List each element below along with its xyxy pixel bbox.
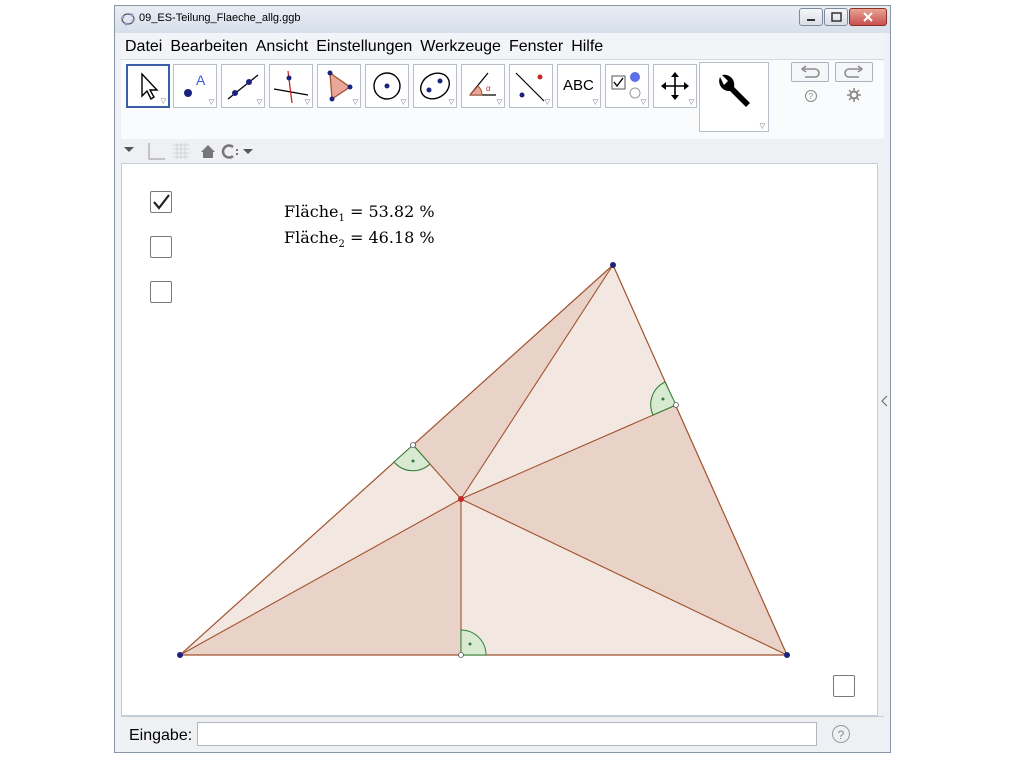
menu-einstellungen[interactable]: Einstellungen — [312, 33, 416, 56]
app-window: 09_ES-Teilung_Flaeche_allg.ggb Datei Bear… — [114, 5, 891, 753]
settings-wrench-button[interactable]: ▽ — [699, 62, 769, 132]
vertex-a[interactable] — [177, 652, 183, 658]
right-angle-dot-bc — [661, 397, 665, 401]
reflect-tool-button[interactable]: ▽ — [509, 64, 553, 108]
move-tool-button[interactable]: ▽ — [126, 64, 170, 108]
minimize-icon — [800, 9, 822, 25]
input-help-icon[interactable]: ? — [832, 725, 850, 743]
style-bar-icons — [124, 143, 253, 160]
undo-icon — [800, 65, 820, 78]
right-angle-dot-ab — [468, 642, 472, 646]
minimize-button[interactable] — [799, 8, 823, 26]
side-collapse-strip[interactable] — [878, 163, 890, 716]
right-angle-dot-ca — [411, 459, 415, 463]
vertex-b[interactable] — [784, 652, 790, 658]
svg-text:α: α — [486, 84, 491, 93]
toolbar: ▽ A ▽ ▽ ▽ ▽ ▽ ▽ α ▽ ▽ ABC ▽ ▽ ▽ ▽ ? — [121, 59, 884, 140]
maximize-icon — [825, 9, 847, 25]
redo-icon — [844, 65, 864, 78]
menu-hilfe[interactable]: Hilfe — [567, 33, 607, 56]
svg-text:?: ? — [809, 92, 814, 101]
menu-datei[interactable]: Datei — [121, 33, 166, 56]
window-title: 09_ES-Teilung_Flaeche_allg.ggb — [139, 12, 301, 24]
close-button[interactable] — [849, 8, 887, 26]
menu-ansicht[interactable]: Ansicht — [252, 33, 312, 56]
input-label: Eingabe: — [129, 727, 193, 744]
input-bar: Eingabe: ? — [121, 716, 884, 751]
menu-werkzeuge[interactable]: Werkzeuge — [416, 33, 505, 56]
maximize-button[interactable] — [824, 8, 848, 26]
style-bar — [121, 139, 884, 163]
triangle-construction — [177, 262, 790, 658]
perpendicular-tool-button[interactable]: ▽ — [269, 64, 313, 108]
inner-point-p[interactable] — [458, 496, 464, 502]
foot-point-ab[interactable] — [458, 652, 464, 658]
input-field[interactable] — [197, 722, 817, 746]
menu-fenster[interactable]: Fenster — [505, 33, 567, 56]
foot-point-bc[interactable] — [673, 402, 679, 408]
svg-text:A: A — [196, 72, 206, 88]
help-icon[interactable]: ? — [804, 89, 818, 106]
redo-button[interactable] — [835, 62, 873, 82]
checkbox-tool-button[interactable]: ▽ — [605, 64, 649, 108]
menu-bar: Datei Bearbeiten Ansicht Einstellungen Werkz… — [121, 33, 884, 59]
point-tool-button[interactable]: A ▽ — [173, 64, 217, 108]
text-tool-label: ABC — [563, 77, 594, 94]
text-tool-button[interactable]: ABC ▽ — [557, 64, 601, 108]
wrench-icon — [719, 74, 750, 107]
line-tool-button[interactable]: ▽ — [221, 64, 265, 108]
foot-point-ca[interactable] — [410, 442, 416, 448]
circle-tool-button[interactable]: ▽ — [365, 64, 409, 108]
menu-bearbeiten[interactable]: Bearbeiten — [166, 33, 251, 56]
vertex-c[interactable] — [610, 262, 616, 268]
gear-icon[interactable] — [847, 88, 861, 105]
move-view-tool-button[interactable]: ▽ — [653, 64, 697, 108]
geogebra-logo-icon — [121, 13, 135, 26]
angle-tool-button[interactable]: α ▽ — [461, 64, 505, 108]
polygon-tool-button[interactable]: ▽ — [317, 64, 361, 108]
undo-button[interactable] — [791, 62, 829, 82]
title-bar: 09_ES-Teilung_Flaeche_allg.ggb — [115, 6, 890, 33]
close-icon — [850, 9, 886, 25]
collapse-arrow-icon — [881, 395, 888, 407]
conic-tool-button[interactable]: ▽ — [413, 64, 457, 108]
graphics-view[interactable]: Fläche1 = 53.82 % Fläche2 = 46.18 % — [121, 163, 878, 716]
